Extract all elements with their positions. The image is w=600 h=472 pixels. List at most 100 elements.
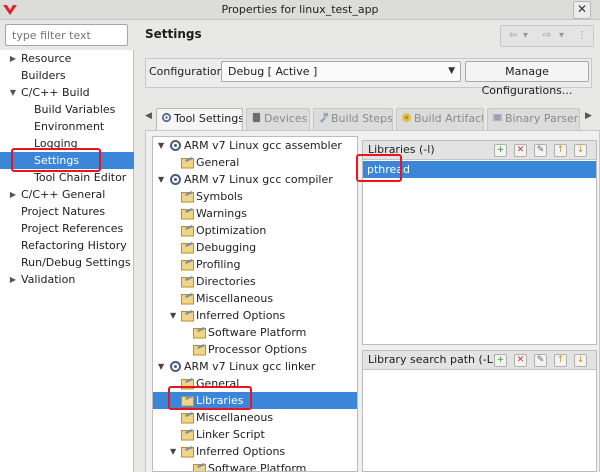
option-folder-icon (181, 190, 194, 203)
expand-arrow-icon[interactable]: ▶ (8, 271, 18, 288)
device-icon (252, 112, 261, 123)
tool-item-label: Processor Options (208, 343, 307, 356)
option-optimization[interactable]: Optimization (153, 222, 357, 239)
tab-devices[interactable]: Devices (246, 108, 310, 130)
add-icon[interactable]: + (494, 354, 507, 367)
edit-icon[interactable]: ✎ (534, 354, 547, 367)
edit-icon[interactable]: ✎ (534, 144, 547, 157)
tab-build-steps[interactable]: Build Steps (313, 108, 393, 130)
tool-item-label: Miscellaneous (196, 411, 274, 424)
move-up-icon[interactable]: ↑ (554, 354, 567, 367)
forward-menu-icon[interactable]: ▾ (557, 28, 566, 44)
forward-icon[interactable]: ⇨ (541, 28, 553, 44)
collapse-arrow-icon[interactable]: ▼ (8, 84, 18, 101)
tab-scroll-right-icon[interactable]: ▶ (585, 111, 592, 121)
option-folder-icon (181, 445, 194, 458)
nav-item-label: Refactoring History (21, 239, 127, 252)
tool-compiler[interactable]: ▼ ARM v7 Linux gcc compiler (153, 171, 357, 188)
tool-item-label: ARM v7 Linux gcc linker (184, 360, 316, 373)
option-folder-icon (193, 326, 206, 339)
collapse-arrow-icon[interactable]: ▼ (158, 137, 164, 154)
nav-item-project-natures[interactable]: Project Natures (0, 203, 134, 220)
back-menu-icon[interactable]: ▾ (521, 28, 530, 44)
tool-linker[interactable]: ▼ ARM v7 Linux gcc linker (153, 358, 357, 375)
configuration-select[interactable]: Debug [ Active ] ▼ (221, 61, 461, 82)
option-folder-icon (193, 343, 206, 356)
annotation-settings-highlight (11, 148, 101, 172)
tab-build-artifact[interactable]: Build Artifact (396, 108, 484, 130)
collapse-arrow-icon[interactable]: ▼ (158, 171, 164, 188)
option-profiling[interactable]: Profiling (153, 256, 357, 273)
option-compiler-miscellaneous[interactable]: Miscellaneous (153, 290, 357, 307)
option-assembler-general[interactable]: General (153, 154, 357, 171)
library-search-path-title: Library search path (-L) (368, 353, 498, 366)
tool-item-label: General (196, 156, 240, 169)
option-warnings[interactable]: Warnings (153, 205, 357, 222)
tab-label: Devices (264, 112, 308, 125)
tool-item-label: Directories (196, 275, 256, 288)
page-title: Settings (145, 27, 202, 41)
expand-arrow-icon[interactable]: ▶ (8, 186, 18, 203)
option-folder-icon (181, 292, 194, 305)
nav-item-label: Project Natures (21, 205, 106, 218)
tab-binary-parsers[interactable]: Binary Parsers (487, 108, 580, 130)
move-down-icon[interactable]: ↓ (574, 144, 587, 157)
nav-item-resource[interactable]: ▶ Resource (0, 50, 134, 67)
tool-item-label: ARM v7 Linux gcc compiler (184, 173, 333, 186)
configuration-value: Debug [ Active ] (228, 65, 318, 78)
tool-gear-icon (170, 361, 181, 372)
tab-label: Build Artifact (414, 112, 484, 125)
delete-icon[interactable]: ✕ (514, 354, 527, 367)
option-compiler-inferred-options[interactable]: ▼ Inferred Options (153, 307, 357, 324)
option-folder-icon (181, 207, 194, 220)
collapse-arrow-icon[interactable]: ▼ (170, 307, 176, 324)
collapse-arrow-icon[interactable]: ▼ (170, 443, 176, 460)
history-toolbar: ⇦ ▾ ⇨ ▾ ⋮ (500, 25, 594, 47)
nav-item-label: C/C++ General (21, 188, 106, 201)
option-folder-icon (181, 258, 194, 271)
manage-configurations-button[interactable]: Manage Configurations... (465, 61, 589, 97)
option-processor-options[interactable]: Processor Options (153, 341, 357, 358)
nav-item-refactoring-history[interactable]: Refactoring History (0, 237, 134, 254)
tool-item-label: Debugging (196, 241, 257, 254)
option-directories[interactable]: Directories (153, 273, 357, 290)
nav-item-validation[interactable]: ▶ Validation (0, 271, 134, 288)
dropdown-arrow-icon: ▼ (448, 66, 455, 76)
view-menu-icon[interactable]: ⋮ (577, 28, 587, 44)
nav-item-project-references[interactable]: Project References (0, 220, 134, 237)
close-window-button[interactable]: ✕ (573, 1, 591, 19)
option-linker-script[interactable]: Linker Script (153, 426, 357, 443)
option-symbols[interactable]: Symbols (153, 188, 357, 205)
tool-item-label: Warnings (196, 207, 247, 220)
nav-item-environment[interactable]: Environment (0, 118, 134, 135)
collapse-arrow-icon[interactable]: ▼ (158, 358, 164, 375)
option-linker-inferred-options[interactable]: ▼ Inferred Options (153, 443, 357, 460)
nav-item-run-debug-settings[interactable]: Run/Debug Settings (0, 254, 134, 271)
tool-item-label: Miscellaneous (196, 292, 274, 305)
option-debugging[interactable]: Debugging (153, 239, 357, 256)
option-software-platform[interactable]: Software Platform (153, 324, 357, 341)
nav-item-cpp-build[interactable]: ▼ C/C++ Build (0, 84, 134, 101)
move-down-icon[interactable]: ↓ (574, 354, 587, 367)
nav-item-cpp-general[interactable]: ▶ C/C++ General (0, 186, 134, 203)
tool-item-label: Software Platform (208, 462, 307, 472)
tool-item-label: Linker Script (196, 428, 265, 441)
option-linker-miscellaneous[interactable]: Miscellaneous (153, 409, 357, 426)
tab-tool-settings[interactable]: Tool Settings (156, 108, 243, 131)
tool-assembler[interactable]: ▼ ARM v7 Linux gcc assembler (153, 137, 357, 154)
nav-item-builders[interactable]: Builders (0, 67, 134, 84)
add-icon[interactable]: + (494, 144, 507, 157)
back-icon[interactable]: ⇦ (507, 28, 519, 44)
tool-gear-icon (170, 140, 181, 151)
move-up-icon[interactable]: ↑ (554, 144, 567, 157)
expand-arrow-icon[interactable]: ▶ (8, 50, 18, 67)
delete-icon[interactable]: ✕ (514, 144, 527, 157)
tool-item-label: Symbols (196, 190, 243, 203)
nav-item-build-variables[interactable]: Build Variables (0, 101, 134, 118)
tool-item-label: Inferred Options (196, 309, 286, 322)
tab-scroll-left-icon[interactable]: ◀ (145, 111, 152, 121)
tool-item-label: ARM v7 Linux gcc assembler (184, 139, 342, 152)
option-linker-software-platform[interactable]: Software Platform (153, 460, 357, 472)
build-artifact-icon (401, 112, 412, 123)
filter-input[interactable] (5, 24, 128, 46)
